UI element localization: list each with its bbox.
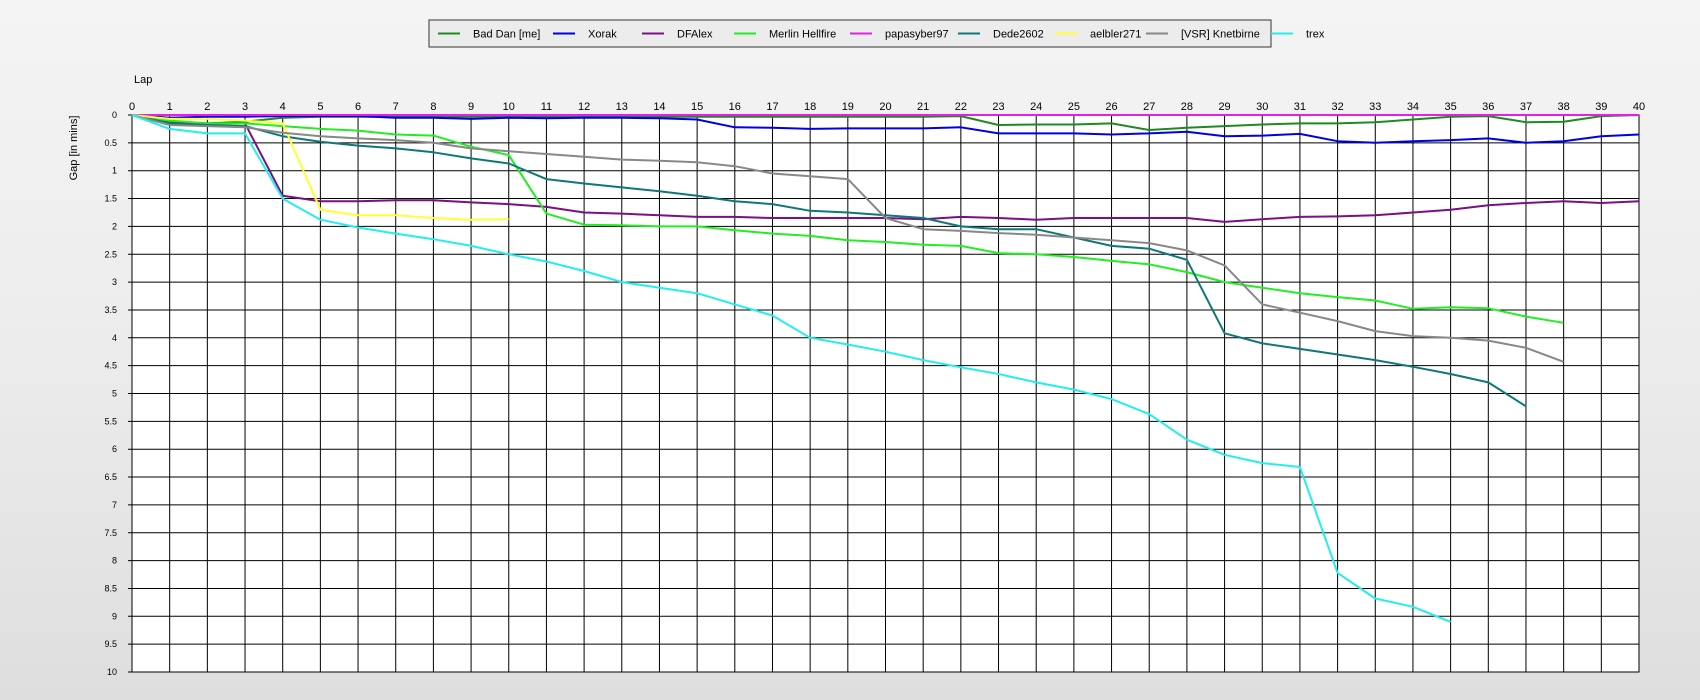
legend-label: Merlin Hellfire xyxy=(769,29,836,41)
y-tick-label: 5 xyxy=(112,389,117,399)
x-tick-label: 35 xyxy=(1445,101,1457,113)
y-tick-label: 2 xyxy=(112,221,117,231)
legend-label: DFAlex xyxy=(677,29,713,41)
legend-label: Xorak xyxy=(588,29,617,41)
y-tick-label: 9 xyxy=(112,611,117,621)
y-tick-label: 6 xyxy=(112,444,117,454)
x-tick-label: 9 xyxy=(468,101,474,113)
x-tick-label: 15 xyxy=(691,101,703,113)
x-tick-label: 13 xyxy=(616,101,628,113)
x-tick-label: 22 xyxy=(955,101,967,113)
x-axis-ticks: 0 1 2 3 4 5 6 7 8 9 10 11 12 13 14 15 16 17 18 19 20 21 22 23 24… xyxy=(129,101,1645,113)
y-tick-label: 4 xyxy=(112,333,117,343)
x-tick-label: 20 xyxy=(879,101,891,113)
y-axis-label: Gap [in mins] xyxy=(68,116,80,181)
x-tick-label: 23 xyxy=(992,101,1004,113)
y-tick-label: 1 xyxy=(112,166,117,176)
y-tick-label: 0.5 xyxy=(104,138,117,148)
x-tick-label: 27 xyxy=(1143,101,1155,113)
legend: Bad Dan [me] Xorak DFAlex Merlin Hellfire pa… xyxy=(428,19,1325,48)
y-tick-label: 3 xyxy=(112,277,117,287)
x-tick-label: 8 xyxy=(430,101,436,113)
x-tick-label: 31 xyxy=(1294,101,1306,113)
legend-label: [VSR] Knetbirne xyxy=(1181,29,1260,41)
y-tick-label: 7 xyxy=(112,500,117,510)
y-tick-label: 9.5 xyxy=(104,639,117,649)
x-tick-label: 30 xyxy=(1256,101,1268,113)
legend-label: papasyber97 xyxy=(885,29,949,41)
y-tick-label: 6.5 xyxy=(104,472,117,482)
x-tick-label: 24 xyxy=(1030,101,1042,113)
y-axis-ticks: 0 0.5 1 1.5 2 2.5 3 3.5 4 4.5 5 5.5 6 6.5 7 7.5 8 8.5 9 9.5… xyxy=(104,110,117,677)
x-tick-label: 34 xyxy=(1407,101,1419,113)
x-tick-label: 2 xyxy=(204,101,210,113)
x-tick-label: 40 xyxy=(1633,101,1645,113)
y-tick-label: 5.5 xyxy=(104,416,117,426)
x-tick-label: 4 xyxy=(280,101,286,113)
x-tick-label: 12 xyxy=(578,101,590,113)
x-tick-label: 14 xyxy=(653,101,665,113)
x-tick-label: 5 xyxy=(317,101,323,113)
legend-label: aelbler271 xyxy=(1090,29,1141,41)
x-tick-label: 6 xyxy=(355,101,361,113)
x-tick-label: 28 xyxy=(1181,101,1193,113)
x-tick-label: 37 xyxy=(1520,101,1532,113)
x-tick-label: 29 xyxy=(1218,101,1230,113)
x-axis-label: Lap xyxy=(134,74,152,86)
legend-label: Dede2602 xyxy=(993,29,1044,41)
y-tick-label: 0 xyxy=(112,110,117,120)
x-tick-label: 38 xyxy=(1558,101,1570,113)
y-tick-label: 3.5 xyxy=(104,305,117,315)
x-tick-label: 3 xyxy=(242,101,248,113)
y-tick-label: 8 xyxy=(112,556,117,566)
grid xyxy=(128,114,1640,673)
x-tick-label: 25 xyxy=(1068,101,1080,113)
x-tick-label: 1 xyxy=(167,101,173,113)
x-tick-label: 16 xyxy=(729,101,741,113)
y-tick-label: 10 xyxy=(107,667,117,677)
x-tick-label: 0 xyxy=(129,101,135,113)
legend-label: trex xyxy=(1306,29,1325,41)
x-tick-label: 39 xyxy=(1595,101,1607,113)
x-tick-label: 32 xyxy=(1331,101,1343,113)
x-tick-label: 21 xyxy=(917,101,929,113)
x-tick-label: 26 xyxy=(1105,101,1117,113)
x-tick-label: 17 xyxy=(766,101,778,113)
x-tick-label: 33 xyxy=(1369,101,1381,113)
y-tick-label: 1.5 xyxy=(104,194,117,204)
y-tick-label: 2.5 xyxy=(104,249,117,259)
y-tick-label: 7.5 xyxy=(104,528,117,538)
x-tick-label: 7 xyxy=(393,101,399,113)
x-tick-label: 10 xyxy=(503,101,515,113)
legend-label: Bad Dan [me] xyxy=(473,29,540,41)
y-tick-label: 4.5 xyxy=(104,361,117,371)
lap-gap-chart: Bad Dan [me] Xorak DFAlex Merlin Hellfire pa… xyxy=(68,19,1645,677)
x-tick-label: 11 xyxy=(541,101,552,113)
y-tick-label: 8.5 xyxy=(104,583,117,593)
x-tick-label: 36 xyxy=(1482,101,1494,113)
x-tick-label: 19 xyxy=(842,101,854,113)
x-tick-label: 18 xyxy=(804,101,816,113)
